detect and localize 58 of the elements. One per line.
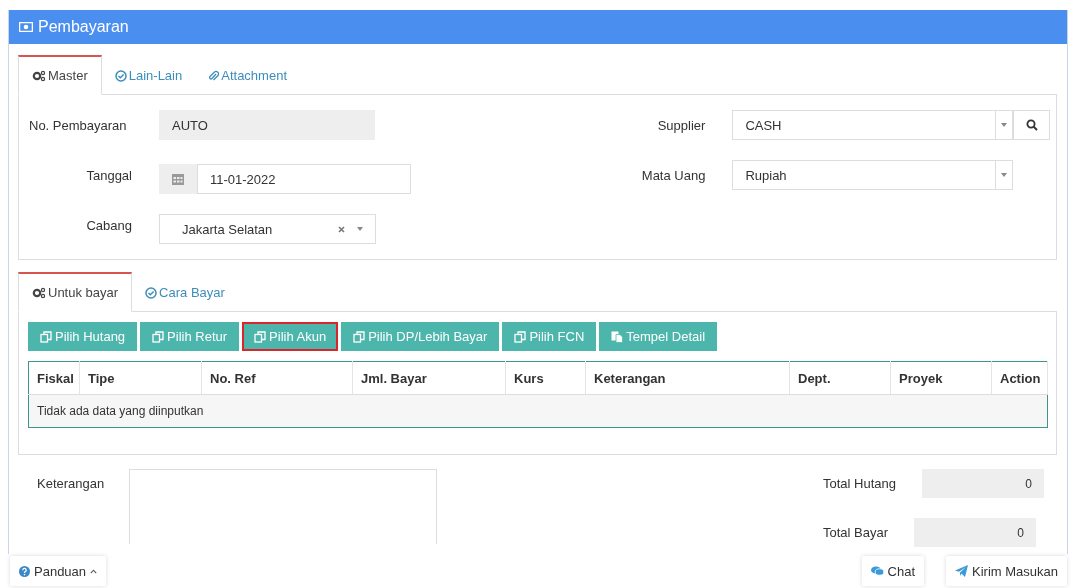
notes-label: Keterangan: [37, 476, 106, 491]
chevron-up-icon: [90, 568, 98, 574]
copy-icon: [40, 330, 52, 343]
field-label: No. Pembayaran: [28, 117, 128, 133]
column-header: Action: [991, 361, 1048, 395]
tab[interactable]: Untuk bayar: [18, 272, 133, 312]
total-label: Total Hutang: [823, 476, 896, 491]
tab[interactable]: Lain-Lain: [101, 55, 196, 94]
gears-icon: [32, 69, 46, 82]
column-header: Jml. Bayar: [352, 361, 506, 395]
tab[interactable]: Cara Bayar: [132, 272, 238, 311]
select-field[interactable]: CASH: [732, 110, 1014, 140]
search-button[interactable]: [1013, 110, 1051, 140]
select-field[interactable]: Rupiah: [732, 160, 1014, 190]
select-field[interactable]: Jakarta Selatan: [159, 214, 376, 244]
total-field[interactable]: 0: [922, 469, 1044, 498]
paste-icon: [611, 330, 624, 343]
calendar-icon[interactable]: [159, 164, 197, 194]
gears-icon: [32, 286, 46, 299]
send-icon: [955, 565, 969, 577]
check-circle-icon: [114, 69, 127, 82]
total-field[interactable]: 0: [914, 518, 1037, 547]
input-field[interactable]: AUTO: [159, 110, 375, 140]
tab[interactable]: Master: [18, 55, 102, 95]
chat-button[interactable]: Chat: [861, 556, 925, 586]
clear-icon[interactable]: [338, 225, 345, 233]
field-label: Mata Uang: [640, 167, 707, 183]
total-label: Total Bayar: [823, 525, 889, 540]
tab[interactable]: Attachment: [195, 55, 300, 94]
search-icon: [1025, 119, 1038, 131]
column-header: Proyek: [890, 361, 992, 395]
chat-icon: [870, 566, 884, 576]
copy-icon: [353, 330, 366, 343]
caret-icon[interactable]: [1001, 123, 1008, 127]
caret-icon[interactable]: [357, 227, 363, 231]
money-icon: [19, 22, 33, 32]
column-header: Fiskal: [28, 361, 80, 395]
caret-icon[interactable]: [1001, 173, 1008, 177]
column-header: Dept.: [789, 361, 891, 395]
field-label: Supplier: [656, 117, 707, 133]
empty-message: Tidak ada data yang diinputkan: [28, 394, 1048, 428]
date-field[interactable]: 11-01-2022: [197, 164, 411, 194]
copy-icon: [514, 330, 527, 343]
notes-field[interactable]: [129, 469, 437, 544]
copy-icon: [152, 330, 165, 343]
guide-button[interactable]: Panduan: [10, 556, 107, 586]
copy-icon: [254, 330, 267, 343]
paperclip-icon: [208, 69, 220, 82]
column-header: No. Ref: [201, 361, 353, 395]
panel-title: Pembayaran: [38, 18, 129, 36]
field-label: Tanggal: [85, 167, 133, 183]
column-header: Tipe: [79, 361, 202, 395]
check-circle-icon: [145, 286, 158, 299]
field-label: Cabang: [85, 217, 133, 233]
help-icon: [19, 565, 30, 577]
column-header: Keterangan: [585, 361, 790, 395]
feedback-button[interactable]: Kirim Masukan: [946, 556, 1067, 586]
column-header: Kurs: [505, 361, 586, 395]
